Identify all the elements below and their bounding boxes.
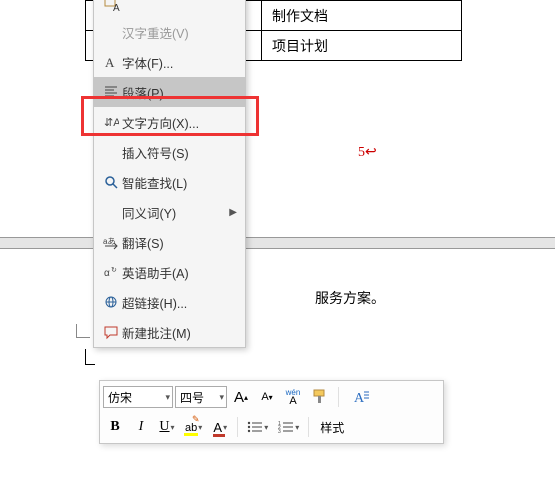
menu-smart-lookup[interactable]: 智能查找(L) (94, 167, 245, 197)
bold-button[interactable]: B (103, 414, 127, 440)
menu-label: 新建批注(M) (122, 323, 237, 342)
menu-label: 字体(F)... (122, 53, 237, 72)
styles-a-icon: A (352, 389, 372, 405)
svg-text:↻: ↻ (111, 267, 117, 274)
menu-english-assistant[interactable]: α↻ 英语助手(A) (94, 257, 245, 287)
svg-text:aあ: aあ (103, 237, 115, 246)
numbering-icon: 123 (278, 420, 294, 434)
menu-label: 同义词(Y) (122, 203, 229, 222)
highlight-color-button[interactable]: ab ✎ ▾ (181, 414, 206, 440)
separator (237, 417, 238, 437)
document-canvas[interactable]: 配置管理 Excel↩ 制作文档 roject↩ 项目计划 5↩ 服务方案。 A… (0, 0, 555, 500)
svg-text:A: A (354, 391, 365, 405)
font-a-icon: A (100, 54, 122, 70)
bullets-button[interactable]: ▾ (243, 414, 272, 440)
menu-reconvert[interactable]: 汉字重选(V) (94, 17, 245, 47)
menu-synonyms[interactable]: 同义词(Y) ▶ (94, 197, 245, 227)
font-size-select[interactable]: 四号 (175, 386, 227, 408)
menu-insert-symbol[interactable]: 插入符号(S) (94, 137, 245, 167)
bullets-icon (247, 420, 263, 434)
table-cell[interactable]: 制作文档 (262, 1, 462, 31)
menu-label: 文字方向(X)... (122, 113, 237, 132)
menu-label: 汉字重选(V) (122, 23, 237, 42)
separator (308, 417, 309, 437)
grow-font-button[interactable]: A▴ (229, 384, 253, 410)
styles-button[interactable]: A (344, 384, 380, 410)
styles-dropdown-button[interactable]: 样式 (314, 414, 350, 440)
mini-toolbar: 仿宋 四号 A▴ A▾ wén A A (99, 380, 444, 444)
page-margin-marker (76, 324, 90, 338)
table-cell[interactable]: 项目计划 (262, 31, 462, 61)
menu-paste-a[interactable]: A (94, 0, 245, 17)
phonetic-guide-button[interactable]: wén A (281, 384, 305, 410)
menu-paragraph[interactable]: 段落(P)... (94, 77, 245, 107)
body-text[interactable]: 服务方案。 (315, 288, 385, 308)
translate-icon: aあ (100, 234, 122, 250)
submenu-arrow-icon: ▶ (229, 207, 237, 218)
menu-label: 超链接(H)... (122, 293, 237, 312)
styles-label: 样式 (320, 419, 344, 436)
clipboard-a-icon: A (100, 0, 122, 12)
svg-text:A: A (113, 3, 120, 12)
font-color-button[interactable]: A ▾ (208, 414, 232, 440)
globe-link-icon (100, 294, 122, 310)
search-icon (100, 174, 122, 190)
menu-label: 翻译(S) (122, 233, 237, 252)
font-name-select[interactable]: 仿宋 (103, 386, 173, 408)
shrink-font-button[interactable]: A▾ (255, 384, 279, 410)
svg-text:3: 3 (278, 429, 281, 434)
svg-text:α: α (104, 268, 110, 279)
menu-hyperlink[interactable]: 超链接(H)... (94, 287, 245, 317)
svg-text:⇵A: ⇵A (104, 117, 119, 129)
menu-label: 智能查找(L) (122, 173, 237, 192)
numbering-button[interactable]: 123 ▾ (274, 414, 303, 440)
format-painter-button[interactable] (307, 384, 333, 410)
separator (338, 387, 339, 407)
menu-label: 插入符号(S) (122, 143, 237, 162)
italic-button[interactable]: I (129, 414, 153, 440)
font-size-value: 四号 (180, 389, 204, 406)
svg-text:A: A (105, 55, 115, 70)
page-number: 5↩ (358, 144, 377, 161)
comment-icon (100, 324, 122, 340)
page-break (0, 237, 555, 249)
format-painter-icon (311, 388, 329, 406)
text-direction-icon: ⇵A (100, 114, 122, 130)
menu-text-direction[interactable]: ⇵A 文字方向(X)... (94, 107, 245, 137)
menu-label: 英语助手(A) (122, 263, 237, 282)
menu-label: 段落(P)... (122, 83, 237, 102)
font-name-value: 仿宋 (108, 389, 132, 406)
english-assistant-icon: α↻ (100, 264, 122, 280)
text-cursor-marker (85, 349, 95, 365)
paragraph-lines-icon (100, 84, 122, 100)
menu-new-comment[interactable]: 新建批注(M) (94, 317, 245, 347)
menu-translate[interactable]: aあ 翻译(S) (94, 227, 245, 257)
underline-button[interactable]: U▾ (155, 414, 179, 440)
context-menu: A 汉字重选(V) A 字体(F)... 段落(P)... ⇵A 文字方向(X)… (93, 0, 246, 348)
menu-font[interactable]: A 字体(F)... (94, 47, 245, 77)
